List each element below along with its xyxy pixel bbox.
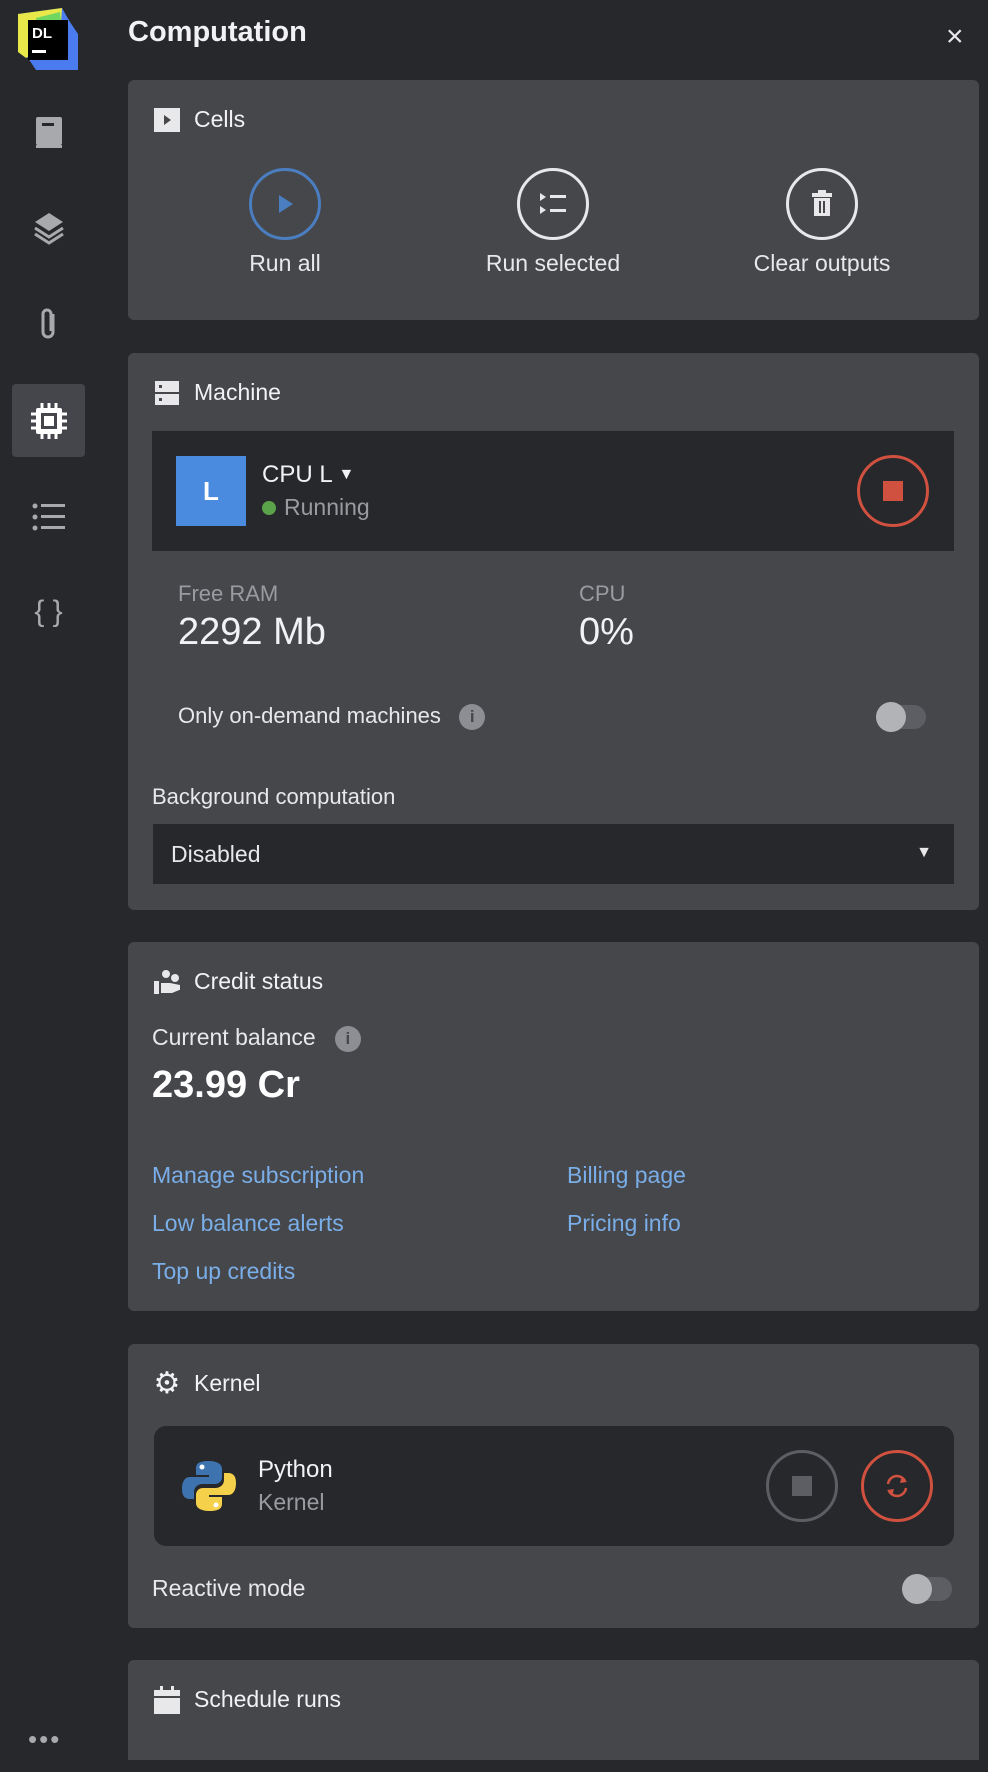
on-demand-row: Only on-demand machines i [178,703,486,731]
info-icon[interactable]: i [334,1025,361,1052]
sidebar-item-computation[interactable] [12,384,85,457]
billing-page-link[interactable]: Billing page [567,1162,686,1189]
run-selected-label: Run selected [485,250,621,276]
manage-subscription-link[interactable]: Manage subscription [152,1162,364,1189]
on-demand-toggle[interactable] [876,702,926,732]
python-logo-icon [182,1461,236,1511]
credit-card: Credit status Current balance i 23.99 Cr… [128,942,979,1311]
more-options-button[interactable]: ••• [28,1724,61,1755]
machine-selector: L CPU L ▼ Running [152,431,954,551]
kernel-card: ⚙ Kernel Python Kernel Reactive mode [128,1344,979,1628]
sidebar: DL { } ••• [0,0,113,1772]
machine-badge: L [176,456,246,526]
balance-value: 23.99 Cr [152,1064,300,1106]
top-up-credits-link[interactable]: Top up credits [152,1258,295,1285]
layers-icon [33,212,64,245]
cells-title: Cells [194,106,246,132]
on-demand-label: Only on-demand machines [178,703,441,728]
server-icon [154,380,180,406]
background-computation-select[interactable]: Disabled ▼ [153,824,954,884]
sidebar-item-notebook[interactable] [12,96,85,169]
reactive-mode-toggle[interactable] [902,1574,952,1604]
play-icon [249,168,321,240]
reactive-mode-label: Reactive mode [152,1575,306,1601]
run-all-label: Run all [249,250,321,276]
stop-kernel-button[interactable] [766,1450,838,1522]
cpu-chip-icon [30,402,67,439]
caret-down-icon: ▼ [916,844,932,861]
list-icon [32,503,65,530]
coins-hand-icon [154,969,180,995]
background-computation-label: Background computation [152,784,396,809]
restart-icon [886,1474,908,1498]
clear-outputs-button[interactable]: Clear outputs [722,168,922,277]
paperclip-icon [41,308,54,338]
restart-kernel-button[interactable] [861,1450,933,1522]
datalore-logo: DL [16,8,80,72]
cpu-value: 0% [579,611,634,653]
machine-card: Machine L CPU L ▼ Running Free RAM 2292 … [128,353,979,910]
machine-status: Running [284,494,370,520]
calendar-icon [154,1685,180,1714]
schedule-card[interactable]: Schedule runs [128,1660,979,1760]
run-all-button[interactable]: Run all [185,168,385,277]
pricing-info-link[interactable]: Pricing info [567,1210,681,1237]
run-selected-button[interactable]: Run selected [453,168,653,277]
low-balance-alerts-link[interactable]: Low balance alerts [152,1210,344,1237]
kernel-subtitle: Kernel [258,1489,325,1515]
trash-icon [786,168,858,240]
background-computation-value: Disabled [171,841,261,867]
sidebar-item-attachments[interactable] [12,287,85,360]
sidebar-item-variables[interactable]: { } [12,575,85,648]
free-ram-value: 2292 Mb [178,611,326,653]
svg-text:DL: DL [32,25,52,42]
stop-machine-button[interactable] [857,455,929,527]
sidebar-item-outline[interactable] [12,480,85,553]
stop-icon [883,481,903,501]
machine-title: Machine [194,379,281,405]
info-icon[interactable]: i [459,704,486,731]
schedule-title: Schedule runs [194,1686,342,1712]
credit-title: Credit status [194,968,324,994]
caret-down-icon: ▼ [338,466,355,483]
cpu-label: CPU [579,581,626,606]
kernel-panel: Python Kernel [154,1426,954,1546]
cells-card: Cells Run all Run selected Clear outputs [128,80,979,320]
kernel-name: Python [258,1456,333,1483]
clear-outputs-label: Clear outputs [753,250,891,276]
sidebar-item-layers[interactable] [12,191,85,264]
kernel-title: Kernel [194,1370,261,1396]
machine-name: CPU L [262,461,332,488]
machine-type-dropdown[interactable]: CPU L ▼ [262,461,354,489]
book-icon [35,116,62,148]
close-button[interactable]: × [946,20,964,54]
balance-label: Current balance [152,1024,316,1050]
play-square-icon [154,107,180,133]
running-dot-icon [262,501,276,515]
free-ram-label: Free RAM [178,581,279,606]
gear-icon: ⚙ [153,1367,181,1400]
balance-row: Current balance i [152,1024,361,1052]
braces-icon: { } [34,594,63,628]
run-selected-icon [517,168,589,240]
stop-icon [792,1476,812,1496]
page-title: Computation [128,16,307,48]
